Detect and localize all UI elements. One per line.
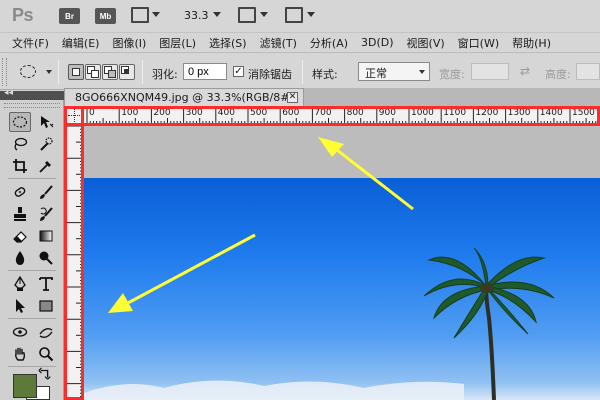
hand-tool-icon[interactable]	[9, 344, 31, 364]
subtract-from-selection-icon[interactable]	[102, 64, 118, 80]
options-separator	[58, 60, 59, 84]
photoshop-logo: Ps	[12, 5, 34, 25]
arrange-documents-icon[interactable]	[238, 7, 256, 23]
menu-window[interactable]: 窗口(W)	[458, 35, 499, 51]
lasso-tool-icon[interactable]	[9, 134, 31, 154]
gradient-tool-icon[interactable]	[35, 226, 57, 246]
clone-stamp-tool-icon[interactable]	[9, 204, 31, 224]
photo-image[interactable]	[84, 178, 600, 400]
style-select[interactable]: 正常	[358, 62, 430, 81]
tool-preset-caret-icon[interactable]	[46, 70, 52, 74]
options-bar-grip[interactable]	[2, 58, 7, 86]
style-caret-icon	[419, 70, 425, 74]
screen-mode-caret-icon[interactable]	[307, 12, 315, 17]
tools-panel-grip[interactable]	[4, 103, 60, 108]
move-tool-icon[interactable]	[35, 112, 57, 132]
menu-file[interactable]: 文件(F)	[12, 35, 49, 51]
menu-image[interactable]: 图像(I)	[112, 35, 146, 51]
options-bar: 羽化: ✓ 消除锯齿 样式: 正常 宽度: ⇄ 高度:	[0, 54, 600, 90]
swap-width-height-icon: ⇄	[520, 64, 531, 78]
quick-selection-tool-icon[interactable]	[35, 134, 57, 154]
menu-edit[interactable]: 编辑(E)	[62, 35, 100, 51]
eyedropper-tool-icon[interactable]	[35, 156, 57, 176]
menu-view[interactable]: 视图(V)	[407, 35, 445, 51]
feather-input[interactable]	[183, 63, 227, 80]
antialias-checkbox[interactable]: ✓	[233, 66, 244, 77]
tools-divider	[8, 178, 56, 179]
mini-bridge-button[interactable]: Mb	[95, 8, 116, 24]
view-extras-icon[interactable]	[131, 7, 149, 23]
crop-tool-icon[interactable]	[9, 156, 31, 176]
width-input	[471, 63, 509, 80]
menu-filter[interactable]: 滤镜(T)	[260, 35, 297, 51]
type-tool-icon[interactable]	[35, 274, 57, 294]
new-selection-icon[interactable]	[68, 64, 84, 80]
zoom-level[interactable]: 33.3	[184, 9, 209, 22]
document-tab[interactable]: 8GO666XNQM49.jpg @ 33.3%(RGB/8#) ✕	[64, 88, 304, 106]
tools-panel-header[interactable]: ◂◂	[0, 88, 64, 100]
3d-orbit-tool-icon[interactable]	[35, 322, 57, 342]
collapse-icon[interactable]: ◂◂	[4, 88, 13, 98]
eraser-tool-icon[interactable]	[9, 226, 31, 246]
width-label: 宽度:	[439, 68, 465, 81]
pen-tool-icon[interactable]	[9, 274, 31, 294]
history-brush-tool-icon[interactable]	[35, 204, 57, 224]
options-separator	[302, 60, 303, 84]
menu-help[interactable]: 帮助(H)	[512, 35, 551, 51]
foreground-color-swatch[interactable]	[13, 374, 37, 398]
menu-select[interactable]: 选择(S)	[209, 35, 247, 51]
close-icon[interactable]: ✕	[287, 92, 298, 103]
tools-divider	[8, 318, 56, 319]
3d-rotate-tool-icon[interactable]	[9, 322, 31, 342]
menu-bar: 文件(F) 编辑(E) 图像(I) 图层(L) 选择(S) 滤镜(T) 分析(A…	[0, 33, 600, 53]
screen-mode-icon[interactable]	[285, 7, 303, 23]
document-tab-title[interactable]: 8GO666XNQM49.jpg @ 33.3%(RGB/8#)	[75, 91, 294, 104]
height-label: 高度:	[545, 68, 571, 81]
zoom-tool-icon[interactable]	[35, 344, 57, 364]
path-selection-tool-icon[interactable]	[9, 296, 31, 316]
height-input	[576, 63, 600, 80]
tools-panel	[0, 100, 64, 400]
menu-analysis[interactable]: 分析(A)	[310, 35, 348, 51]
rectangle-tool-icon[interactable]	[35, 296, 57, 316]
elliptical-marquee-preset-icon[interactable]	[20, 65, 36, 78]
zoom-caret-icon[interactable]	[213, 12, 221, 17]
dodge-tool-icon[interactable]	[35, 248, 57, 268]
antialias-label: 消除锯齿	[248, 68, 292, 81]
horizontal-ruler-highlight	[64, 106, 600, 126]
view-extras-caret-icon[interactable]	[152, 12, 160, 17]
application-bar: Ps Br Mb 33.3	[0, 0, 600, 33]
options-separator	[142, 60, 143, 84]
arrange-caret-icon[interactable]	[260, 12, 268, 17]
tools-divider	[8, 270, 56, 271]
menu-3d[interactable]: 3D(D)	[361, 36, 394, 49]
feather-label: 羽化:	[152, 68, 178, 81]
intersect-selection-icon[interactable]	[119, 64, 135, 80]
style-label: 样式:	[312, 68, 338, 81]
palm-tree-image	[84, 247, 555, 400]
style-select-value: 正常	[365, 67, 387, 80]
vertical-ruler-highlight	[64, 106, 84, 400]
blur-tool-icon[interactable]	[9, 248, 31, 268]
spot-healing-brush-tool-icon[interactable]	[9, 182, 31, 202]
add-to-selection-icon[interactable]	[85, 64, 101, 80]
swap-colors-icon[interactable]	[38, 367, 52, 380]
bridge-button[interactable]: Br	[59, 8, 80, 24]
brush-tool-icon[interactable]	[35, 182, 57, 202]
menu-layer[interactable]: 图层(L)	[159, 35, 196, 51]
elliptical-marquee-tool-icon[interactable]	[9, 112, 31, 132]
